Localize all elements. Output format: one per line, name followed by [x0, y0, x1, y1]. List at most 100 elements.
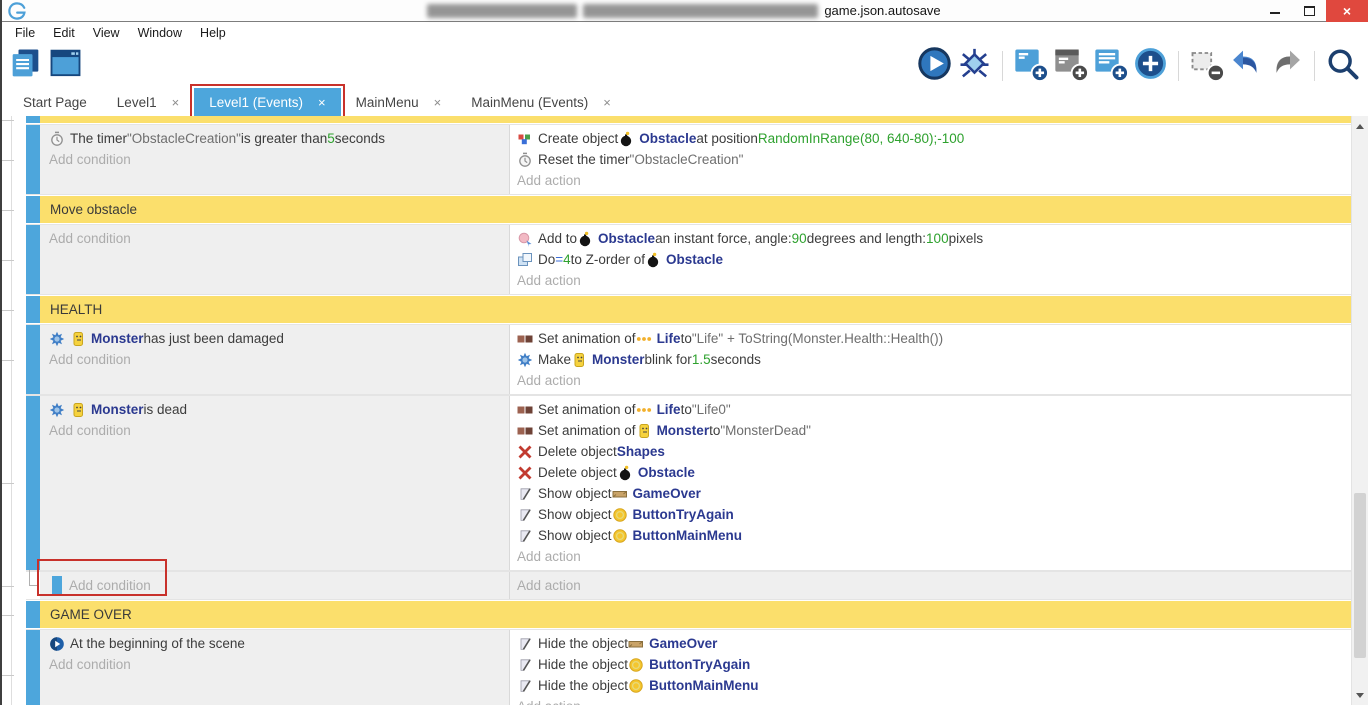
undo-button[interactable] — [1229, 49, 1264, 84]
close-button[interactable]: × — [1326, 0, 1368, 22]
group-row[interactable]: Move obstacle — [26, 196, 1351, 223]
add-condition-button[interactable]: Add condition — [49, 149, 501, 170]
condition-line[interactable]: Monster has just been damaged — [49, 328, 501, 349]
tab-close-icon[interactable]: × — [603, 95, 611, 110]
add-action-button[interactable]: Add action — [517, 270, 1343, 291]
actions-cell[interactable]: Hide the object GameOverHide the object … — [510, 630, 1351, 705]
event-row[interactable]: The timer "ObstacleCreation" is greater … — [26, 125, 1351, 194]
conditions-cell[interactable]: Add condition — [40, 572, 510, 599]
menu-window[interactable]: Window — [129, 24, 191, 42]
tab-level1-events-[interactable]: Level1 (Events)× — [194, 88, 340, 116]
scrollbar-thumb[interactable] — [1354, 493, 1366, 658]
action-line[interactable]: Add to Obstacle an instant force, angle:… — [517, 228, 1343, 249]
action-line[interactable]: Set animation of Life to "Life" + ToStri… — [517, 328, 1343, 349]
actions-cell[interactable]: Add action — [510, 572, 1351, 599]
tab-close-icon[interactable]: × — [318, 95, 326, 110]
scroll-down-arrow[interactable] — [1352, 688, 1368, 702]
project-manager-button[interactable] — [8, 49, 43, 84]
add-condition-button[interactable]: Add condition — [49, 575, 501, 596]
search-button[interactable] — [1325, 49, 1360, 84]
event-row[interactable]: At the beginning of the sceneAdd conditi… — [26, 630, 1351, 705]
event-row[interactable]: Monster is deadAdd conditionSet animatio… — [26, 396, 1351, 570]
action-line[interactable]: Reset the timer "ObstacleCreation" — [517, 149, 1343, 170]
add-condition-button[interactable]: Add condition — [49, 420, 501, 441]
condition-line[interactable]: The timer "ObstacleCreation" is greater … — [49, 128, 501, 149]
event-side-bar[interactable] — [26, 225, 40, 294]
action-line[interactable]: Hide the object ButtonMainMenu — [517, 675, 1343, 696]
add-action-button[interactable]: Add action — [517, 170, 1343, 191]
minimize-button[interactable] — [1258, 0, 1292, 22]
preview-button[interactable] — [917, 49, 952, 84]
condition-line[interactable]: Monster is dead — [49, 399, 501, 420]
redo-button[interactable] — [1269, 49, 1304, 84]
event-row[interactable]: Add condition Add to Obstacle an instant … — [26, 225, 1351, 294]
menu-view[interactable]: View — [84, 24, 129, 42]
action-line[interactable]: Show object ButtonMainMenu — [517, 525, 1343, 546]
event-side-bar[interactable] — [26, 125, 40, 194]
add-comment-button[interactable] — [1093, 49, 1128, 84]
action-line[interactable]: Hide the object ButtonTryAgain — [517, 654, 1343, 675]
group-row[interactable] — [26, 116, 1351, 123]
delete-event-button[interactable] — [1189, 49, 1224, 84]
conditions-cell[interactable]: Monster has just been damagedAdd conditi… — [40, 325, 510, 394]
tab-close-icon[interactable]: × — [434, 95, 442, 110]
action-line[interactable]: Show object ButtonTryAgain — [517, 504, 1343, 525]
add-action-button[interactable]: Add action — [517, 575, 1343, 596]
fold-tick[interactable] — [2, 310, 14, 311]
actions-cell[interactable]: Set animation of Life to "Life0"Set anim… — [510, 396, 1351, 570]
fold-tick[interactable] — [2, 360, 14, 361]
tab-mainmenu-events-[interactable]: MainMenu (Events)× — [456, 88, 626, 116]
vertical-scrollbar[interactable] — [1351, 116, 1368, 705]
action-line[interactable]: Create object Obstacle at position Rando… — [517, 128, 1343, 149]
actions-cell[interactable]: Add to Obstacle an instant force, angle:… — [510, 225, 1351, 294]
menu-edit[interactable]: Edit — [44, 24, 84, 42]
actions-cell[interactable]: Set animation of Life to "Life" + ToStri… — [510, 325, 1351, 394]
add-event-button[interactable] — [1013, 49, 1048, 84]
action-line[interactable]: Hide the object GameOver — [517, 633, 1343, 654]
add-circle-button[interactable] — [1133, 49, 1168, 84]
event-side-bar[interactable] — [26, 396, 40, 570]
action-line[interactable]: Delete object Shapes — [517, 441, 1343, 462]
group-row[interactable]: GAME OVER — [26, 601, 1351, 628]
debugger-button[interactable] — [957, 49, 992, 84]
empty-event-row[interactable]: Add condition Add action — [26, 572, 1351, 599]
action-line[interactable]: Make Monster blink for 1.5 seconds — [517, 349, 1343, 370]
scroll-up-arrow[interactable] — [1352, 119, 1368, 133]
menu-file[interactable]: File — [6, 24, 44, 42]
fold-tick[interactable] — [2, 260, 14, 261]
fold-tick[interactable] — [2, 483, 14, 484]
fold-tick[interactable] — [2, 210, 14, 211]
menu-help[interactable]: Help — [191, 24, 235, 42]
action-line[interactable]: Delete object Obstacle — [517, 462, 1343, 483]
tab-close-icon[interactable]: × — [172, 95, 180, 110]
group-row[interactable]: HEALTH — [26, 296, 1351, 323]
event-side-bar[interactable] — [26, 325, 40, 394]
add-subevent-button[interactable] — [1053, 49, 1088, 84]
action-line[interactable]: Show object GameOver — [517, 483, 1343, 504]
condition-line[interactable]: At the beginning of the scene — [49, 633, 501, 654]
fold-tick[interactable] — [2, 120, 14, 121]
tab-start-page[interactable]: Start Page — [8, 88, 102, 116]
actions-cell[interactable]: Create object Obstacle at position Rando… — [510, 125, 1351, 194]
action-line[interactable]: Set animation of Life to "Life0" — [517, 399, 1343, 420]
add-action-button[interactable]: Add action — [517, 370, 1343, 391]
add-condition-button[interactable]: Add condition — [49, 654, 501, 675]
fold-tick[interactable] — [2, 586, 14, 587]
add-condition-button[interactable]: Add condition — [49, 349, 501, 370]
conditions-cell[interactable]: At the beginning of the sceneAdd conditi… — [40, 630, 510, 705]
maximize-button[interactable] — [1292, 0, 1326, 22]
fold-tick[interactable] — [2, 160, 14, 161]
fold-tick[interactable] — [2, 615, 14, 616]
event-side-bar[interactable] — [26, 630, 40, 705]
tab-level1[interactable]: Level1× — [102, 88, 194, 116]
conditions-cell[interactable]: Monster is deadAdd condition — [40, 396, 510, 570]
action-line[interactable]: Set animation of Monster to "MonsterDead… — [517, 420, 1343, 441]
action-line[interactable]: Do = 4 to Z-order of Obstacle — [517, 249, 1343, 270]
fold-tick[interactable] — [2, 675, 14, 676]
add-action-button[interactable]: Add action — [517, 696, 1343, 705]
add-action-button[interactable]: Add action — [517, 546, 1343, 567]
scene-editor-button[interactable] — [48, 49, 83, 84]
conditions-cell[interactable]: The timer "ObstacleCreation" is greater … — [40, 125, 510, 194]
add-condition-button[interactable]: Add condition — [49, 228, 501, 249]
event-row[interactable]: Monster has just been damagedAdd conditi… — [26, 325, 1351, 394]
